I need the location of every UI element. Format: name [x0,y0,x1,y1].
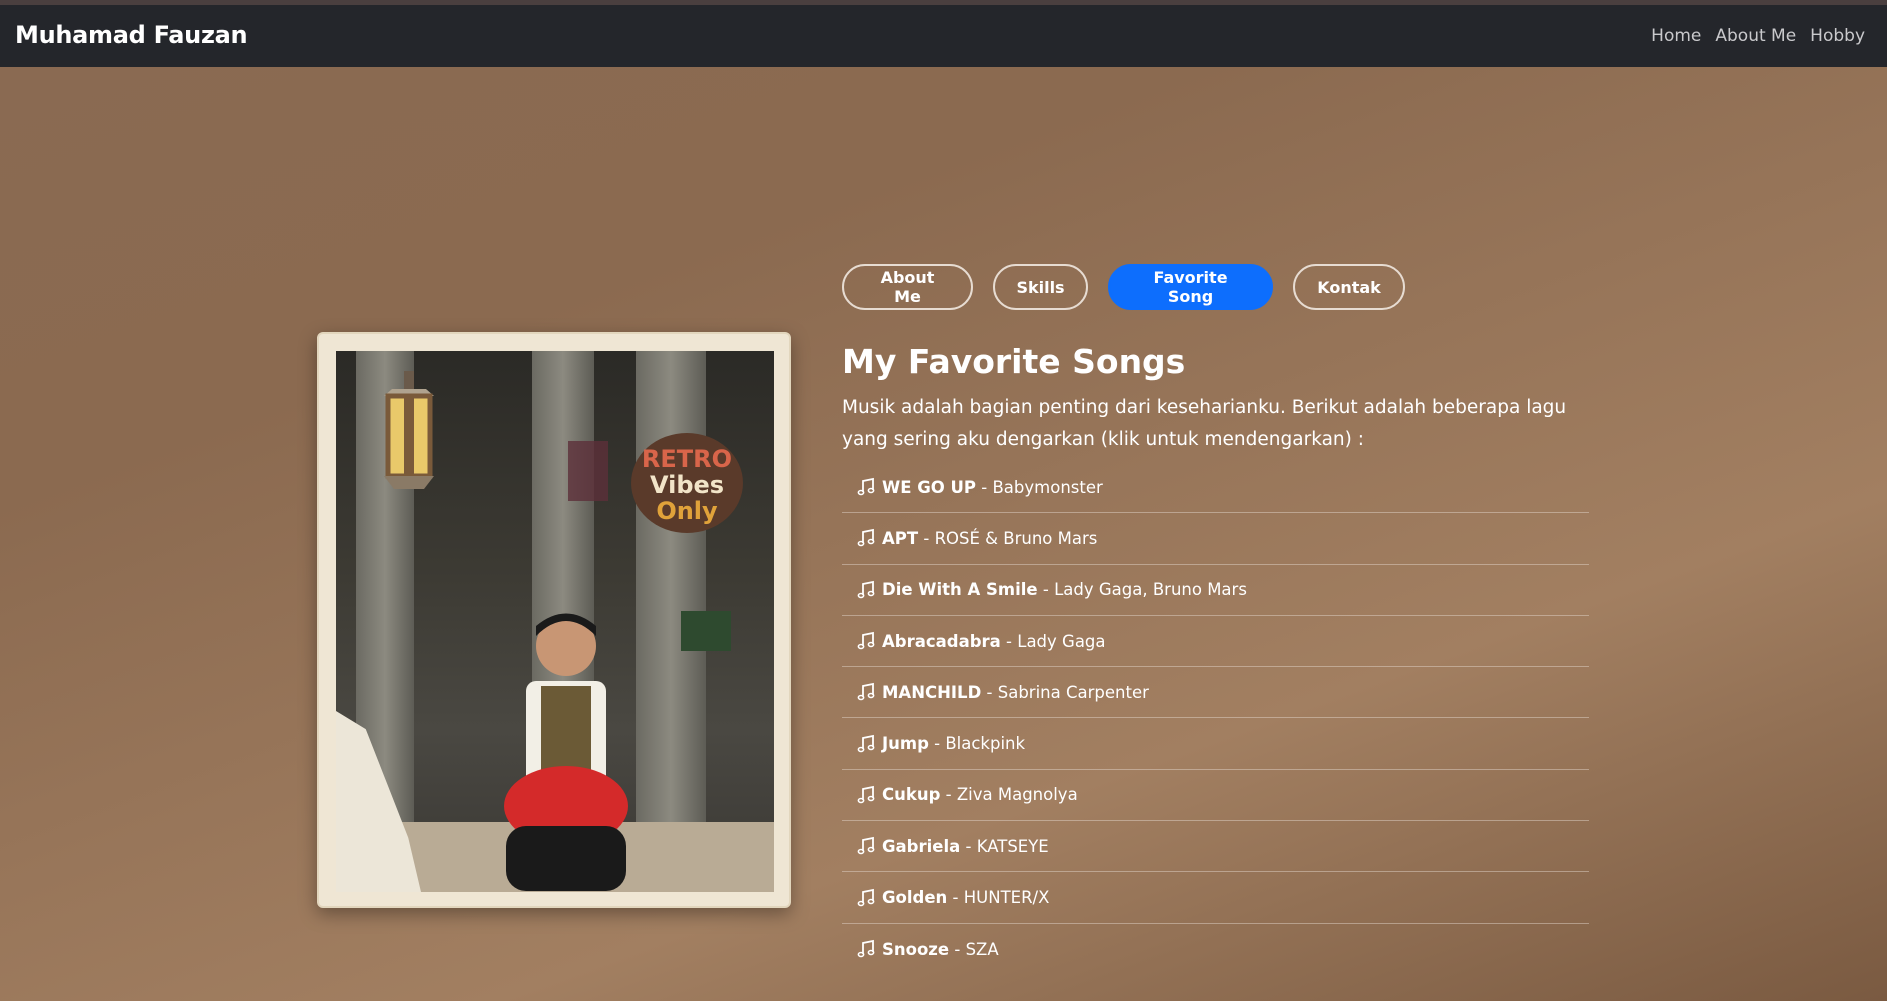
section-tabs: About Me Skills Favorite Song Kontak [842,264,1405,310]
tab-kontak[interactable]: Kontak [1293,264,1405,310]
profile-photo-frame: RETRO Vibes Only [317,332,791,908]
song-title: Die With A Smile [882,580,1038,600]
song-title: Gabriela [882,836,961,856]
song-artist: Ziva Magnolya [956,785,1078,805]
music-note-icon [857,888,875,906]
song-title: APT [882,528,919,548]
navbar: Muhamad Fauzan Home About Me Hobby [0,5,1887,67]
brand-logo[interactable]: Muhamad Fauzan [15,21,248,49]
song-separator: - [976,477,993,497]
song-artist: Sabrina Carpenter [997,682,1149,702]
song-separator: - [960,836,977,856]
song-separator: - [949,939,966,959]
song-separator: - [947,888,964,908]
profile-photo: RETRO Vibes Only [336,351,774,892]
song-item[interactable]: Abracadabra - Lady Gaga [842,616,1589,668]
nav-link-hobby[interactable]: Hobby [1810,26,1865,46]
music-note-icon [857,837,875,855]
song-item[interactable]: Die With A Smile - Lady Gaga, Bruno Mars [842,565,1589,616]
section-description: Musik adalah bagian penting dari kesehar… [842,397,1567,450]
song-item[interactable]: Golden - HUNTER/X [842,872,1589,924]
song-artist: Babymonster [992,477,1103,497]
tab-about-me[interactable]: About Me [842,264,973,310]
song-separator: - [918,528,935,548]
lantern-illustration [384,371,434,489]
song-list: WE GO UP - Babymonster APT - ROSÉ & Brun… [842,462,1589,975]
svg-text:Only: Only [656,497,718,525]
song-title: MANCHILD [882,682,982,702]
song-artist: Lady Gaga, Bruno Mars [1054,580,1247,600]
music-note-icon [857,529,875,547]
music-note-icon [857,734,875,752]
song-separator: - [940,785,957,805]
song-item[interactable]: MANCHILD - Sabrina Carpenter [842,667,1589,719]
song-artist: KATSEYE [976,836,1049,856]
music-note-icon [857,478,875,496]
person-illustration [504,613,628,891]
nav-link-home[interactable]: Home [1651,26,1701,46]
tab-favorite-song[interactable]: Favorite Song [1108,264,1273,310]
song-item[interactable]: Jump - Blackpink [842,718,1589,770]
song-title: WE GO UP [882,477,977,497]
song-item[interactable]: APT - ROSÉ & Bruno Mars [842,513,1589,565]
song-separator: - [981,682,998,702]
song-title: Cukup [882,785,941,805]
song-artist: ROSÉ & Bruno Mars [934,528,1098,548]
song-item[interactable]: Cukup - Ziva Magnolya [842,770,1589,822]
song-title: Jump [882,734,929,754]
song-artist: HUNTER/X [963,888,1050,908]
nav-link-about-me[interactable]: About Me [1715,26,1796,46]
nav-links: Home About Me Hobby [1651,26,1865,46]
song-title: Abracadabra [882,631,1001,651]
song-title: Golden [882,888,948,908]
song-artist: Lady Gaga [1017,631,1106,651]
song-separator: - [1037,580,1055,600]
song-separator: - [928,734,946,754]
tab-skills[interactable]: Skills [993,264,1088,310]
music-note-icon [857,785,875,804]
music-note-icon [857,940,875,958]
music-note-icon [857,683,875,701]
svg-text:RETRO: RETRO [642,445,732,473]
song-separator: - [1000,631,1018,651]
song-item[interactable]: Gabriela - KATSEYE [842,821,1589,873]
song-item[interactable]: WE GO UP - Babymonster [842,462,1589,514]
music-note-icon [857,580,875,599]
music-note-icon [857,631,875,650]
song-item[interactable]: Snooze - SZA [842,924,1589,975]
song-artist: Blackpink [945,734,1026,754]
svg-text:Vibes: Vibes [650,471,724,499]
section-title: My Favorite Songs [842,342,1186,381]
song-title: Snooze [882,939,950,959]
retro-vibes-sticker: RETRO Vibes Only [631,433,743,533]
song-artist: SZA [965,939,999,959]
